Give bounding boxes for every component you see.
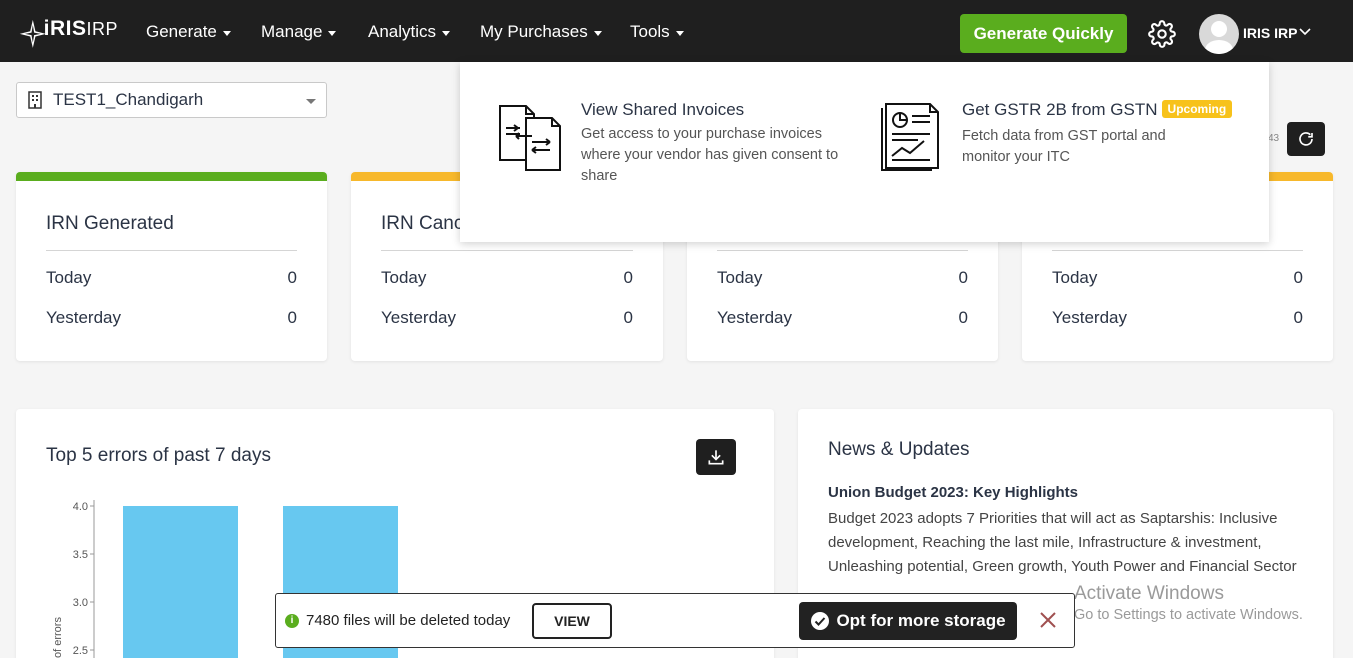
storage-label: Opt for more storage <box>836 611 1006 630</box>
close-icon[interactable] <box>1038 610 1058 630</box>
logo-text: iRISIRP <box>43 17 118 40</box>
y-tick-label: 3.5 <box>73 549 88 561</box>
card-row-today: Today 0 <box>46 268 297 287</box>
user-name[interactable]: IRIS IRP <box>1243 25 1297 41</box>
caret-down-icon <box>328 30 337 36</box>
check-circle-icon <box>811 612 830 630</box>
card-row-yesterday: Yesterday 0 <box>381 308 633 327</box>
logo-star-icon <box>19 19 46 48</box>
nav-analytics[interactable]: Analytics <box>368 22 451 42</box>
info-icon: i <box>285 614 299 628</box>
get-gstr-2b-link[interactable]: Get GSTR 2B from GSTN Upcoming <box>962 100 1233 120</box>
gstr-report-icon[interactable] <box>880 98 944 172</box>
card-row-yesterday: Yesterday 0 <box>46 308 297 327</box>
caret-down-icon <box>675 30 684 36</box>
card-row-yesterday: Yesterday 0 <box>1052 308 1303 327</box>
divider <box>381 250 633 251</box>
avatar[interactable] <box>1199 14 1239 54</box>
shared-invoices-icon[interactable] <box>496 102 564 174</box>
download-icon <box>708 450 724 465</box>
partial-text: 43 <box>1268 133 1280 144</box>
divider <box>46 250 297 251</box>
building-icon <box>28 91 42 109</box>
my-purchases-dropdown: View Shared Invoices Get access to your … <box>460 62 1269 242</box>
dropdown-arrow-icon <box>306 99 316 104</box>
caret-down-icon <box>222 30 231 36</box>
gear-icon[interactable] <box>1148 20 1176 48</box>
download-button[interactable] <box>696 439 736 475</box>
iris-logo[interactable]: iRISIRP <box>18 12 118 54</box>
nav-tools[interactable]: Tools <box>630 22 684 42</box>
caret-down-icon <box>593 30 602 36</box>
y-tick-label: 3.0 <box>73 597 88 609</box>
storage-notification-bar: i 7480 files will be deleted today VIEW … <box>275 593 1075 648</box>
y-tick-label: 2.5 <box>73 645 88 657</box>
notification-message: 7480 files will be deleted today <box>306 612 511 629</box>
activate-windows-watermark: Activate Windows <box>1074 583 1224 604</box>
top-navbar: iRISIRP Generate Manage Analytics My Pur… <box>0 0 1353 62</box>
view-shared-invoices-link[interactable]: View Shared Invoices <box>581 100 744 120</box>
opt-more-storage-button[interactable]: Opt for more storage <box>799 602 1017 640</box>
activate-windows-hint: Go to Settings to activate Windows. <box>1074 607 1303 623</box>
nav-my-purchases[interactable]: My Purchases <box>480 22 602 42</box>
card-row-today: Today 0 <box>381 268 633 287</box>
divider <box>1052 250 1303 251</box>
refresh-icon <box>1299 132 1313 146</box>
card-row-today: Today 0 <box>1052 268 1303 287</box>
chart-bar[interactable] <box>123 506 238 658</box>
card-title: IRN Canc <box>381 213 464 234</box>
chart-title: Top 5 errors of past 7 days <box>46 445 271 466</box>
gstr-title: Get GSTR 2B from GSTN <box>962 100 1158 119</box>
location-select[interactable]: TEST1_Chandigarh <box>16 82 327 118</box>
view-button[interactable]: VIEW <box>532 603 612 639</box>
card-title: IRN Generated <box>46 213 174 234</box>
y-tick-label: 4.0 <box>73 501 88 513</box>
location-value: TEST1_Chandigarh <box>53 90 204 109</box>
user-avatar-icon <box>1205 21 1233 54</box>
divider <box>717 250 968 251</box>
nav-manage[interactable]: Manage <box>261 22 337 42</box>
gstr-desc: Fetch data from GST portal and monitor y… <box>962 128 1166 165</box>
card-accent-bar <box>16 172 327 181</box>
generate-quickly-button[interactable]: Generate Quickly <box>960 14 1127 53</box>
nav-generate[interactable]: Generate <box>146 22 231 42</box>
caret-down-icon <box>442 30 451 36</box>
upcoming-badge: Upcoming <box>1161 100 1233 118</box>
refresh-button[interactable] <box>1287 122 1325 156</box>
card-row-yesterday: Yesterday 0 <box>717 308 968 327</box>
news-headline[interactable]: Union Budget 2023: Key Highlights <box>828 484 1078 501</box>
stat-card-irn-generated: IRN Generated Today 0 Yesterday 0 <box>16 172 327 361</box>
chevron-down-icon[interactable] <box>1298 27 1312 37</box>
card-row-today: Today 0 <box>717 268 968 287</box>
news-body: Budget 2023 adopts 7 Priorities that wil… <box>828 510 1297 575</box>
shared-invoices-desc: Get access to your purchase invoices whe… <box>581 126 839 184</box>
y-axis-label: of errors <box>52 617 64 658</box>
news-title: News & Updates <box>828 439 970 460</box>
